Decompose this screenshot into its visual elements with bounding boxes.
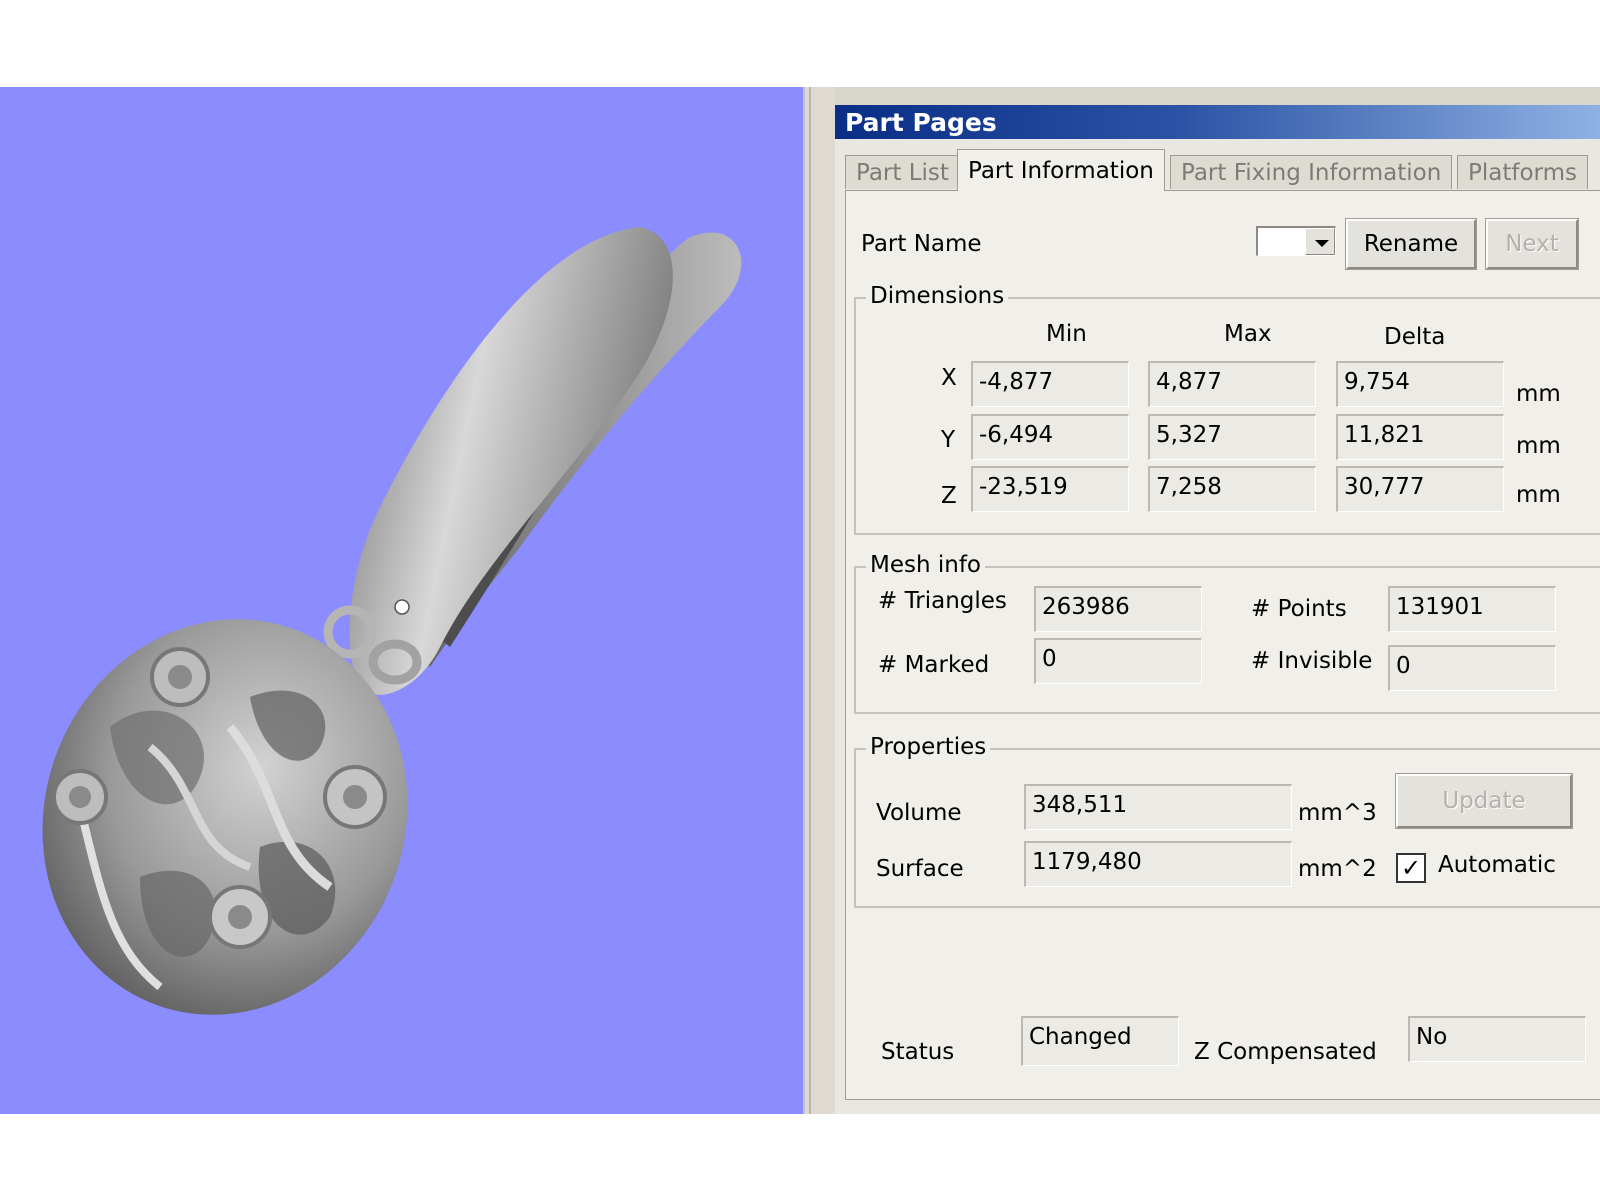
bail-teardrop bbox=[349, 227, 673, 695]
pendant-model bbox=[42, 227, 742, 1015]
points-label: # Points bbox=[1251, 596, 1347, 622]
next-button[interactable]: Next bbox=[1485, 218, 1579, 270]
dimensions-group: Dimensions Min Max Delta X -4,877 4,877 … bbox=[854, 283, 1600, 535]
z-delta-field[interactable]: 30,777 bbox=[1336, 466, 1504, 512]
col-delta-header: Delta bbox=[1384, 324, 1446, 350]
update-button[interactable]: Update bbox=[1395, 773, 1573, 829]
chevron-down-icon[interactable] bbox=[1305, 228, 1335, 255]
triangles-field[interactable]: 263986 bbox=[1034, 586, 1202, 632]
part-information-page: Part Name Rename Next Dimensions Min Max… bbox=[845, 190, 1600, 1100]
tab-strip: Part List Part Information Part Fixing I… bbox=[845, 149, 1600, 191]
axis-y-label: Y bbox=[941, 427, 956, 453]
mesh-info-group: Mesh info # Triangles 263986 # Points 13… bbox=[854, 552, 1600, 714]
x-min-field[interactable]: -4,877 bbox=[971, 361, 1129, 407]
tab-part-fixing-information[interactable]: Part Fixing Information bbox=[1170, 155, 1453, 189]
selection-point bbox=[394, 599, 410, 615]
rename-button[interactable]: Rename bbox=[1345, 218, 1477, 270]
status-field[interactable]: Changed bbox=[1021, 1016, 1179, 1066]
surface-field[interactable]: 1179,480 bbox=[1024, 841, 1292, 887]
checkmark-icon: ✓ bbox=[1400, 854, 1422, 882]
panel-top-strip bbox=[835, 87, 1600, 106]
tab-part-information[interactable]: Part Information bbox=[957, 149, 1165, 191]
automatic-checkbox[interactable]: ✓ bbox=[1396, 853, 1426, 883]
z-max-field[interactable]: 7,258 bbox=[1148, 466, 1316, 512]
z-compensated-field[interactable]: No bbox=[1408, 1016, 1586, 1062]
col-min-header: Min bbox=[1046, 321, 1087, 347]
triangles-label: # Triangles bbox=[878, 588, 1007, 614]
points-field[interactable]: 131901 bbox=[1388, 586, 1556, 632]
automatic-label: Automatic bbox=[1438, 852, 1556, 878]
part-name-dropdown[interactable] bbox=[1256, 226, 1336, 256]
z-min-field[interactable]: -23,519 bbox=[971, 466, 1129, 512]
mesh-info-legend: Mesh info bbox=[866, 552, 986, 578]
tab-part-list[interactable]: Part List bbox=[845, 155, 960, 189]
y-min-field[interactable]: -6,494 bbox=[971, 414, 1129, 460]
marked-label: # Marked bbox=[878, 652, 990, 678]
y-delta-field[interactable]: 11,821 bbox=[1336, 414, 1504, 460]
3d-viewport[interactable] bbox=[0, 87, 803, 1114]
z-unit-label: mm bbox=[1516, 482, 1561, 508]
axis-x-label: X bbox=[941, 365, 957, 391]
invisible-field[interactable]: 0 bbox=[1388, 645, 1556, 691]
properties-group: Properties Volume 348,511 mm^3 Update Su… bbox=[854, 734, 1600, 908]
surface-unit: mm^2 bbox=[1298, 856, 1377, 882]
dimensions-legend: Dimensions bbox=[866, 283, 1009, 309]
invisible-label: # Invisible bbox=[1251, 648, 1373, 674]
axis-z-label: Z bbox=[941, 483, 957, 509]
part-name-label: Part Name bbox=[861, 231, 982, 257]
col-max-header: Max bbox=[1224, 321, 1272, 347]
top-margin bbox=[0, 0, 1600, 87]
volume-field[interactable]: 348,511 bbox=[1024, 784, 1292, 830]
x-unit-label: mm bbox=[1516, 381, 1561, 407]
panel-title: Part Pages bbox=[835, 105, 1600, 139]
properties-legend: Properties bbox=[866, 734, 991, 760]
y-unit-label: mm bbox=[1516, 433, 1561, 459]
z-compensated-label: Z Compensated bbox=[1194, 1039, 1377, 1065]
bottom-margin bbox=[0, 1114, 1600, 1200]
volume-unit: mm^3 bbox=[1298, 800, 1377, 826]
marked-field[interactable]: 0 bbox=[1034, 638, 1202, 684]
x-delta-field[interactable]: 9,754 bbox=[1336, 361, 1504, 407]
splitter[interactable] bbox=[803, 87, 837, 1114]
status-label: Status bbox=[881, 1039, 955, 1065]
surface-label: Surface bbox=[876, 856, 964, 882]
part-pages-panel: Part Pages Part List Part Information Pa… bbox=[835, 87, 1600, 1114]
tab-platforms[interactable]: Platforms bbox=[1457, 155, 1588, 189]
y-max-field[interactable]: 5,327 bbox=[1148, 414, 1316, 460]
volume-label: Volume bbox=[876, 800, 962, 826]
x-max-field[interactable]: 4,877 bbox=[1148, 361, 1316, 407]
